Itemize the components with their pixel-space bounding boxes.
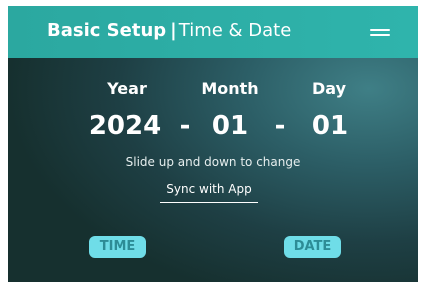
page-title: Basic Setup | Time & Date <box>47 19 291 43</box>
menu-bar-bottom <box>370 34 390 36</box>
app-header: Basic Setup | Time & Date <box>8 6 418 58</box>
year-value-picker[interactable]: 2024 <box>86 109 164 143</box>
title-separator: | <box>170 20 177 41</box>
month-label: Month <box>201 79 259 98</box>
time-mode-button[interactable]: TIME <box>89 236 146 258</box>
device-screen: Basic Setup | Time & Date <box>8 6 418 282</box>
date-mode-button[interactable]: DATE <box>284 236 341 258</box>
year-label: Year <box>107 79 147 98</box>
month-value-picker[interactable]: 01 <box>207 109 253 143</box>
title-section: Basic Setup <box>47 20 167 41</box>
slide-hint-text: Slide up and down to change <box>125 155 301 169</box>
day-label: Day <box>311 79 346 98</box>
title-subsection: Time & Date <box>178 20 292 41</box>
menu-bar-top <box>370 29 390 31</box>
day-value-picker[interactable]: 01 <box>307 109 353 143</box>
date-separator-2: - <box>274 111 286 141</box>
sync-with-app-button[interactable]: Sync with App <box>160 180 258 203</box>
hamburger-menu-icon[interactable] <box>368 24 392 40</box>
date-separator-1: - <box>179 111 191 141</box>
